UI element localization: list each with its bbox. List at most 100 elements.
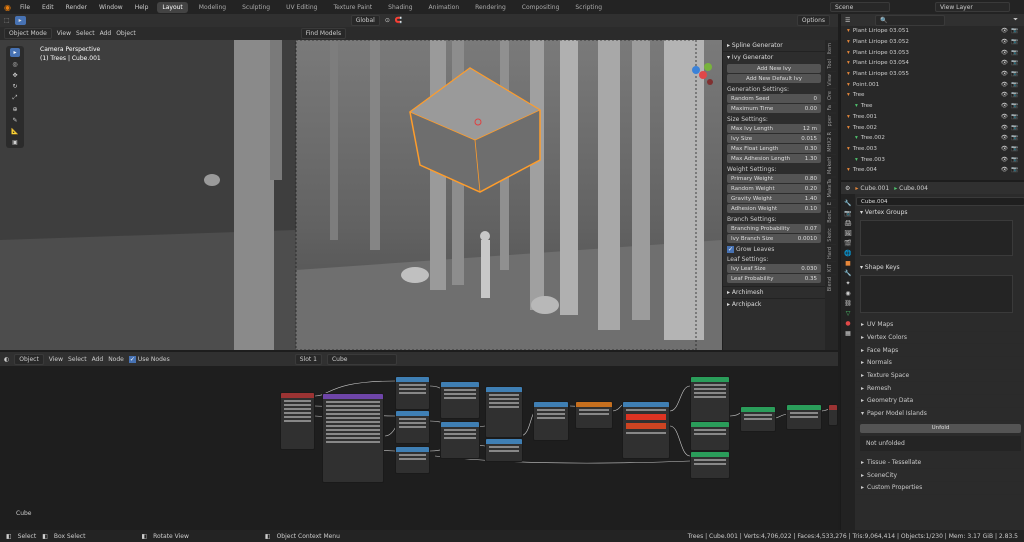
camera-visibility-icon[interactable]: 📷 [1011,146,1018,152]
ivy-size-field[interactable]: Ivy Size 0.015 [727,134,821,143]
ivy-generator-header[interactable]: ▾ Ivy Generator [723,52,825,63]
node-math-c[interactable] [533,401,569,441]
data-tab-icon[interactable]: ▽ [846,310,851,317]
properties-section-header[interactable]: ▸ Vertex Colors [856,332,1024,345]
node-mix-shader[interactable] [690,376,730,426]
material-tab-icon[interactable]: ● [845,320,850,327]
menu-edit[interactable]: Edit [39,4,57,11]
menu-file[interactable]: File [17,4,33,11]
outliner-item[interactable]: ▾ Plant Liriope 03.052 👁 📷 [841,37,1024,48]
texture-tab-icon[interactable]: ▦ [845,330,851,337]
transform-icon[interactable]: ⊕ [12,106,17,113]
camera-visibility-icon[interactable]: 📷 [1011,157,1018,163]
camera-visibility-icon[interactable]: 📷 [1011,114,1018,120]
view-layer-tab-icon[interactable]: 🖼 [844,230,852,237]
menu-window[interactable]: Window [96,4,126,11]
properties-section-header[interactable]: ▸ Remesh [856,382,1024,396]
properties-section-header[interactable]: ▾ Paper Model Islands [856,408,1024,421]
visibility-icon[interactable]: 👁 [1001,146,1008,152]
constraints-tab-icon[interactable]: ⛓ [844,300,852,307]
node-editor-type-icon[interactable]: ◐ [4,356,9,363]
max-ivy-length-field[interactable]: Max Ivy Length 12 m [727,124,821,133]
node-texture-a[interactable] [395,376,430,410]
view-layer-selector[interactable]: View Layer [935,2,1010,12]
snap-icon[interactable]: 🧲 [395,17,402,24]
menu-object[interactable]: Object [116,30,136,37]
tab-mhx2[interactable]: MHX2 R [827,128,836,154]
node-texture-b[interactable] [395,410,430,444]
find-models-field[interactable]: Find Models [300,28,347,39]
node-noise-b[interactable] [440,421,480,459]
properties-section-header[interactable]: ▸ Texture Space [856,370,1024,383]
tab-tool[interactable]: Tool [827,56,836,72]
node-add-shader[interactable] [740,406,776,432]
node-editor[interactable]: Cube [0,366,838,530]
node-noise-a[interactable] [440,381,480,419]
vertex-groups-header[interactable]: ▾ Vertex Groups [856,207,1024,218]
cursor-icon[interactable]: ◎ [12,61,17,68]
mesh-name-field[interactable]: Cube.004 [856,197,1024,206]
visibility-icon[interactable]: 👁 [1001,103,1008,109]
visibility-icon[interactable]: 👁 [1001,92,1008,98]
options-button[interactable]: Options [796,15,830,26]
menu-view[interactable]: View [57,30,71,37]
node-texture-coordinate[interactable] [280,392,315,450]
grow-leaves-checkbox[interactable]: ✓ Grow Leaves [727,246,821,253]
modifier-tab-icon[interactable]: 🔧 [844,270,851,277]
tab-boxc[interactable]: BoxC [827,207,836,226]
node-math-a[interactable] [485,386,523,438]
random-weight-field[interactable]: Random Weight 0.20 [727,184,821,193]
camera-visibility-icon[interactable]: 📷 [1011,167,1018,173]
tab-scripting[interactable]: Scripting [570,2,607,13]
primary-weight-field[interactable]: Primary Weight 0.80 [727,174,821,183]
visibility-icon[interactable]: 👁 [1001,71,1008,77]
tab-modeling[interactable]: Modeling [194,2,231,13]
move-icon[interactable]: ✥ [12,72,17,79]
node-material-output[interactable] [828,404,838,426]
menu-add[interactable]: Add [100,30,112,37]
use-nodes-checkbox[interactable]: ✓ Use Nodes [128,355,170,363]
tab-pper[interactable]: pper [827,112,836,129]
tab-maketa[interactable]: MakeTa [827,175,836,200]
scene-tab-icon[interactable]: 🎬 [844,240,851,247]
node-mix-shader-b[interactable] [786,404,822,430]
outliner-item[interactable]: ▾ Tree.003 👁 📷 [841,144,1024,155]
tab-hard[interactable]: Hard [827,243,836,261]
menu-help[interactable]: Help [132,4,152,11]
add-cube-icon[interactable]: ▣ [12,139,18,146]
navigation-gizmo[interactable] [688,60,718,90]
shape-keys-list[interactable] [860,275,1013,313]
branching-probability-field[interactable]: Branching Probability 0.07 [727,224,821,233]
outliner-item[interactable]: ▾ Tree.004 👁 📷 [841,165,1024,176]
scenecity-header[interactable]: ▸ SceneCity [856,469,1024,482]
camera-visibility-icon[interactable]: 📷 [1011,92,1018,98]
camera-visibility-icon[interactable]: 📷 [1011,82,1018,88]
node-color-ramp[interactable] [575,401,613,429]
camera-visibility-icon[interactable]: 📷 [1011,28,1018,34]
visibility-icon[interactable]: 👁 [1001,50,1008,56]
physics-tab-icon[interactable]: ◉ [845,290,850,297]
outliner-item[interactable]: ▾ Tree 👁 📷 [841,90,1024,101]
max-adhesion-length-field[interactable]: Max Adhesion Length 1.30 [727,154,821,163]
pivot-icon[interactable]: ⊙ [385,17,390,24]
slot-selector[interactable]: Slot 1 [294,353,322,365]
random-seed-field[interactable]: Random Seed 0 [727,94,821,103]
transform-orientation[interactable]: Global [350,15,380,26]
camera-visibility-icon[interactable]: 📷 [1011,71,1018,77]
editor-type-icon[interactable]: ⬚ [4,17,10,24]
node-mapping[interactable] [322,393,384,483]
ivy-leaf-size-field[interactable]: Ivy Leaf Size 0.030 [727,264,821,273]
render-tab-icon[interactable]: 📷 [844,210,851,217]
visibility-icon[interactable]: 👁 [1001,157,1008,163]
rotate-icon[interactable]: ↻ [12,83,17,90]
node-gradient[interactable] [622,401,670,459]
visibility-icon[interactable]: 👁 [1001,28,1008,34]
outliner-type-icon[interactable]: ☰ [845,17,850,24]
custom-properties-header[interactable]: ▸ Custom Properties [856,482,1024,495]
tab-uv-editing[interactable]: UV Editing [281,2,322,13]
node-menu-add[interactable]: Add [92,356,104,363]
output-tab-icon[interactable]: 🖨 [844,220,852,227]
outliner-item[interactable]: ▾ Plant Liriope 03.055 👁 📷 [841,69,1024,80]
maximum-time-field[interactable]: Maximum Time 0.00 [727,104,821,113]
camera-visibility-icon[interactable]: 📷 [1011,103,1018,109]
